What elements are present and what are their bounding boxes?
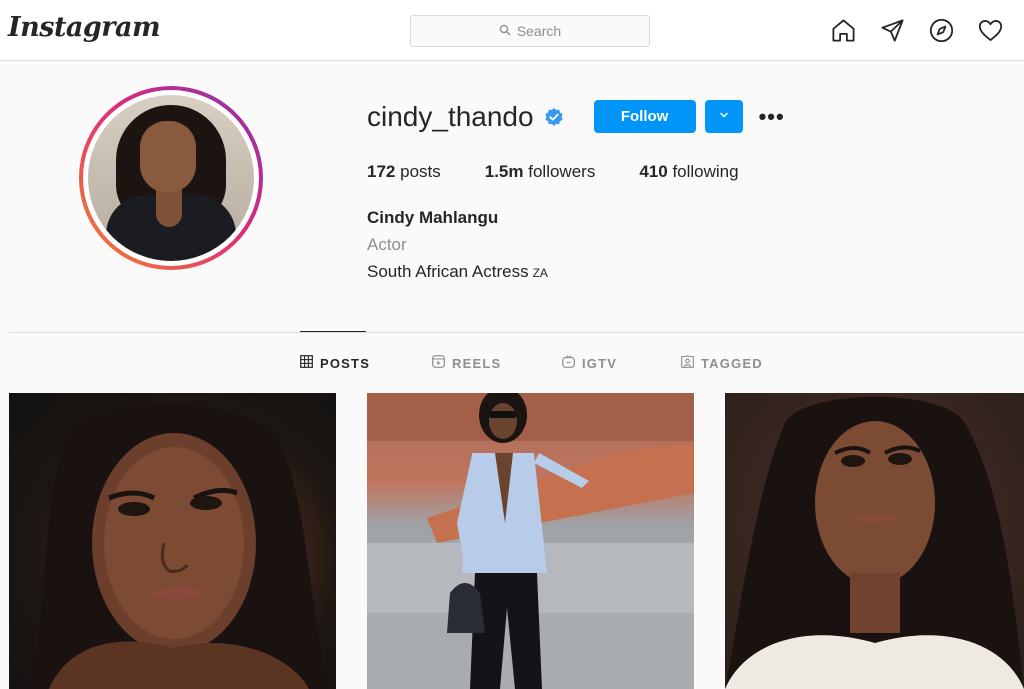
portrait-photo-image: [29, 404, 329, 689]
igtv-icon: [562, 355, 575, 371]
top-nav: Instagram Search: [0, 0, 1024, 61]
followers-label: followers: [528, 162, 596, 181]
followers-stat[interactable]: 1.5m followers: [485, 162, 596, 182]
portrait-photo-image: [725, 396, 1024, 689]
profile-tabs: POSTS REELS IGTV TAGGED: [300, 355, 763, 371]
direct-icon[interactable]: [879, 17, 906, 44]
posts-label: posts: [400, 162, 441, 181]
full-name: Cindy Mahlangu: [367, 208, 499, 227]
home-icon[interactable]: [830, 17, 857, 44]
explore-icon[interactable]: [928, 17, 955, 44]
posts-stat: 172 posts: [367, 162, 441, 182]
tab-igtv[interactable]: IGTV: [562, 355, 681, 371]
profile-stats: 172 posts 1.5m followers 410 following: [367, 162, 783, 182]
bio-text: South African Actress ZA: [367, 262, 548, 282]
verified-badge-icon: [544, 107, 564, 127]
activity-icon[interactable]: [977, 17, 1004, 44]
tab-tagged-label: TAGGED: [701, 355, 763, 371]
active-tab-indicator: [300, 331, 366, 332]
reels-icon: [432, 355, 445, 371]
flag-emoji: ZA: [532, 266, 548, 280]
search-input[interactable]: Search: [410, 15, 650, 47]
tab-igtv-label: IGTV: [582, 355, 618, 371]
posts-count: 172: [367, 162, 396, 181]
search-icon: [499, 23, 511, 39]
nav-icons: [830, 17, 1004, 44]
followers-count: 1.5m: [484, 162, 524, 181]
post-thumbnail[interactable]: [367, 393, 694, 689]
tabs-divider: [9, 332, 1024, 333]
suggested-dropdown-button[interactable]: [704, 100, 743, 133]
post-thumbnail[interactable]: [725, 393, 1024, 689]
tab-posts[interactable]: POSTS: [300, 355, 432, 371]
profile-header-row: cindy_thando Follow •••: [367, 100, 785, 133]
tagged-icon: [681, 355, 694, 371]
post-thumbnail[interactable]: [9, 393, 336, 689]
tab-tagged[interactable]: TAGGED: [681, 355, 763, 371]
tab-posts-label: POSTS: [320, 355, 371, 371]
username: cindy_thando: [367, 100, 534, 132]
bio-line: South African Actress: [367, 262, 529, 281]
following-stat[interactable]: 410 following: [639, 162, 738, 182]
following-count: 410: [639, 162, 668, 181]
avatar: [88, 95, 254, 261]
more-options-icon[interactable]: •••: [759, 105, 785, 128]
search-placeholder: Search: [516, 23, 562, 39]
profile-category: Actor: [367, 235, 407, 254]
chevron-down-icon: [718, 109, 730, 124]
tab-reels-label: REELS: [452, 355, 502, 371]
follow-button[interactable]: Follow: [593, 100, 696, 133]
profile-avatar-story-ring[interactable]: [79, 86, 263, 270]
grid-icon: [300, 355, 313, 371]
tab-reels[interactable]: REELS: [432, 355, 562, 371]
fashion-photo-image: [367, 393, 694, 689]
following-label: following: [672, 162, 739, 181]
instagram-logo[interactable]: Instagram: [8, 12, 161, 43]
